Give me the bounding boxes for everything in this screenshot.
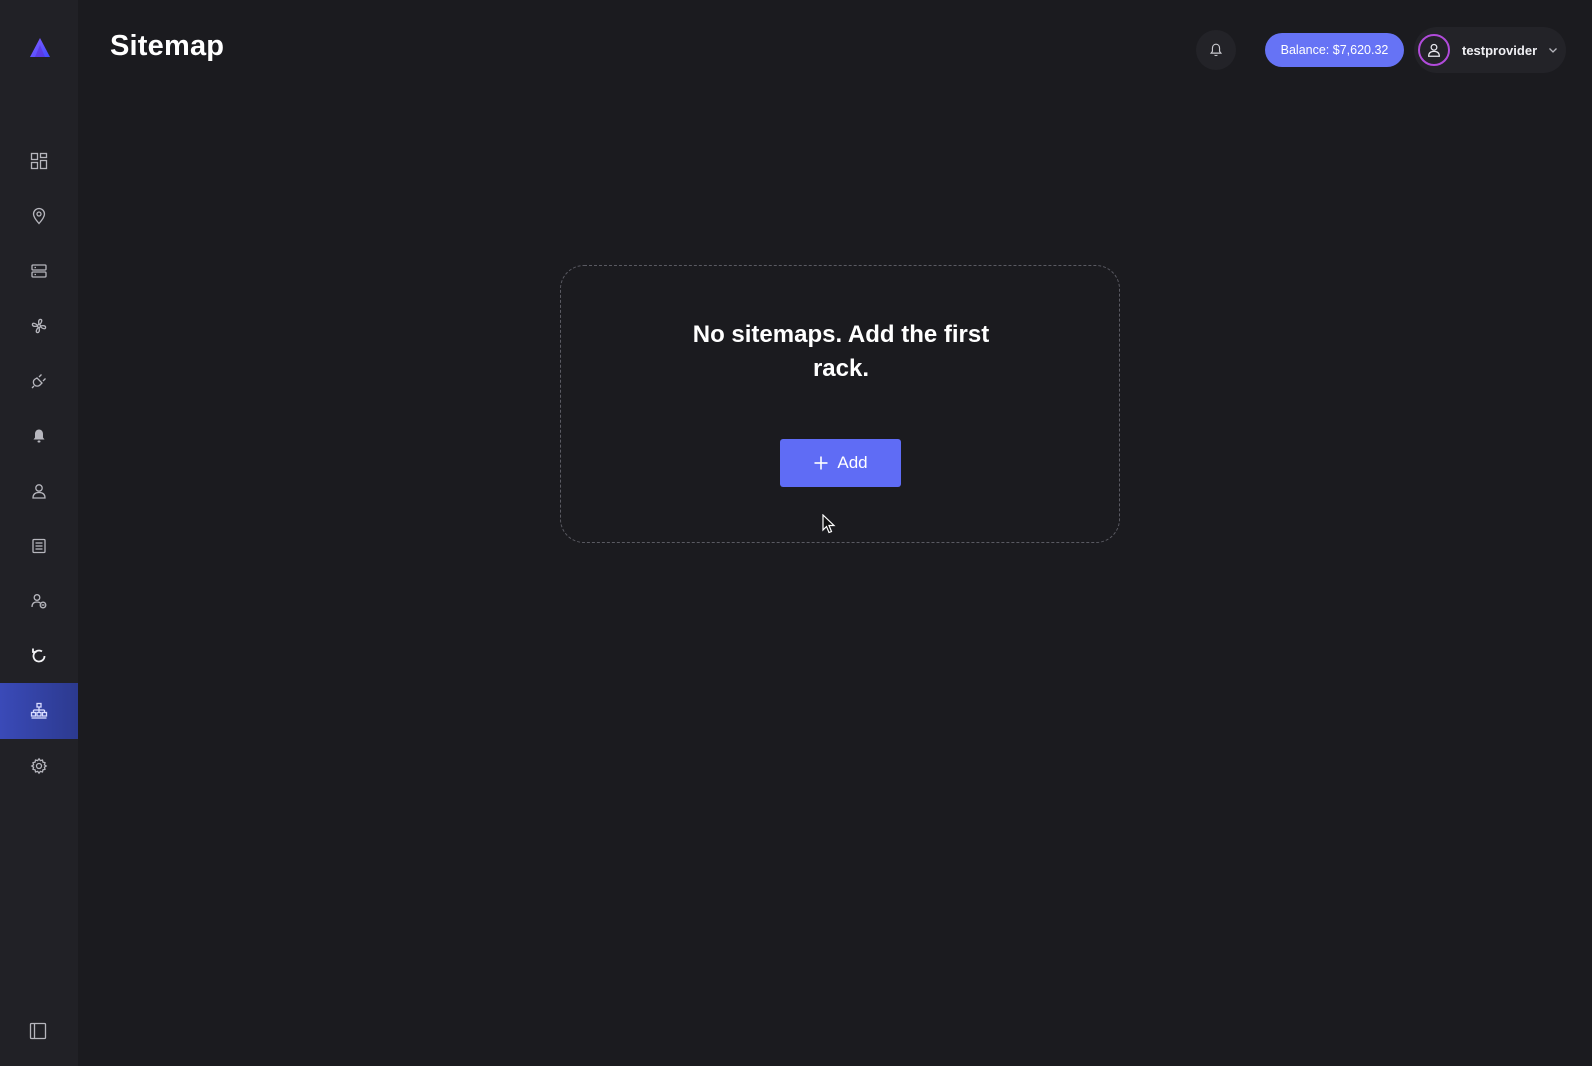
- sidebar-item-users[interactable]: [0, 463, 78, 519]
- add-button[interactable]: Add: [780, 439, 901, 487]
- dashboard-icon: [30, 152, 48, 170]
- sidebar-item-alerts[interactable]: [0, 408, 78, 464]
- page-title: Sitemap: [110, 30, 225, 62]
- bell-outline-icon: [1209, 43, 1223, 57]
- sidebar: [0, 0, 78, 1066]
- chevron-down-icon: [1549, 48, 1558, 53]
- sidebar-item-dashboard[interactable]: [0, 133, 78, 189]
- plus-icon: [814, 456, 828, 470]
- logo-icon[interactable]: [28, 36, 52, 60]
- fan-icon: [31, 318, 47, 334]
- sitemap-icon: [30, 702, 48, 719]
- mouse-cursor-icon: [822, 514, 836, 534]
- refresh-icon: [32, 648, 46, 663]
- sidebar-item-cooling[interactable]: [0, 298, 78, 354]
- app-window: Sitemap Balance: $7,620.32 testprovider …: [0, 0, 1592, 1066]
- balance-badge[interactable]: Balance: $7,620.32: [1265, 33, 1404, 67]
- sidebar-item-groups[interactable]: [0, 573, 78, 629]
- user-group-icon: [31, 594, 47, 609]
- sidebar-item-sitemap[interactable]: [0, 683, 78, 739]
- sidebar-item-power[interactable]: [0, 353, 78, 409]
- sidebar-collapse-icon[interactable]: [29, 1022, 47, 1040]
- sidebar-item-settings[interactable]: [0, 738, 78, 794]
- add-button-label: Add: [837, 453, 868, 472]
- empty-state: No sitemaps. Add the first rack. Add: [560, 265, 1120, 543]
- sidebar-item-locations[interactable]: [0, 188, 78, 244]
- sidebar-item-servers[interactable]: [0, 243, 78, 299]
- empty-state-message: No sitemaps. Add the first rack.: [692, 321, 990, 382]
- user-icon: [32, 484, 46, 499]
- bell-icon: [33, 429, 45, 443]
- gear-icon: [30, 757, 48, 775]
- sidebar-item-reports[interactable]: [0, 518, 78, 574]
- server-icon: [31, 264, 47, 278]
- plug-icon: [31, 374, 46, 389]
- avatar: [1418, 34, 1450, 66]
- user-menu[interactable]: testprovider: [1414, 27, 1566, 73]
- notifications-button[interactable]: [1196, 30, 1236, 70]
- document-list-icon: [32, 538, 46, 554]
- user-icon: [1428, 43, 1440, 57]
- sidebar-item-sync[interactable]: [0, 628, 78, 684]
- username: testprovider: [1462, 42, 1538, 58]
- location-pin-icon: [32, 207, 46, 225]
